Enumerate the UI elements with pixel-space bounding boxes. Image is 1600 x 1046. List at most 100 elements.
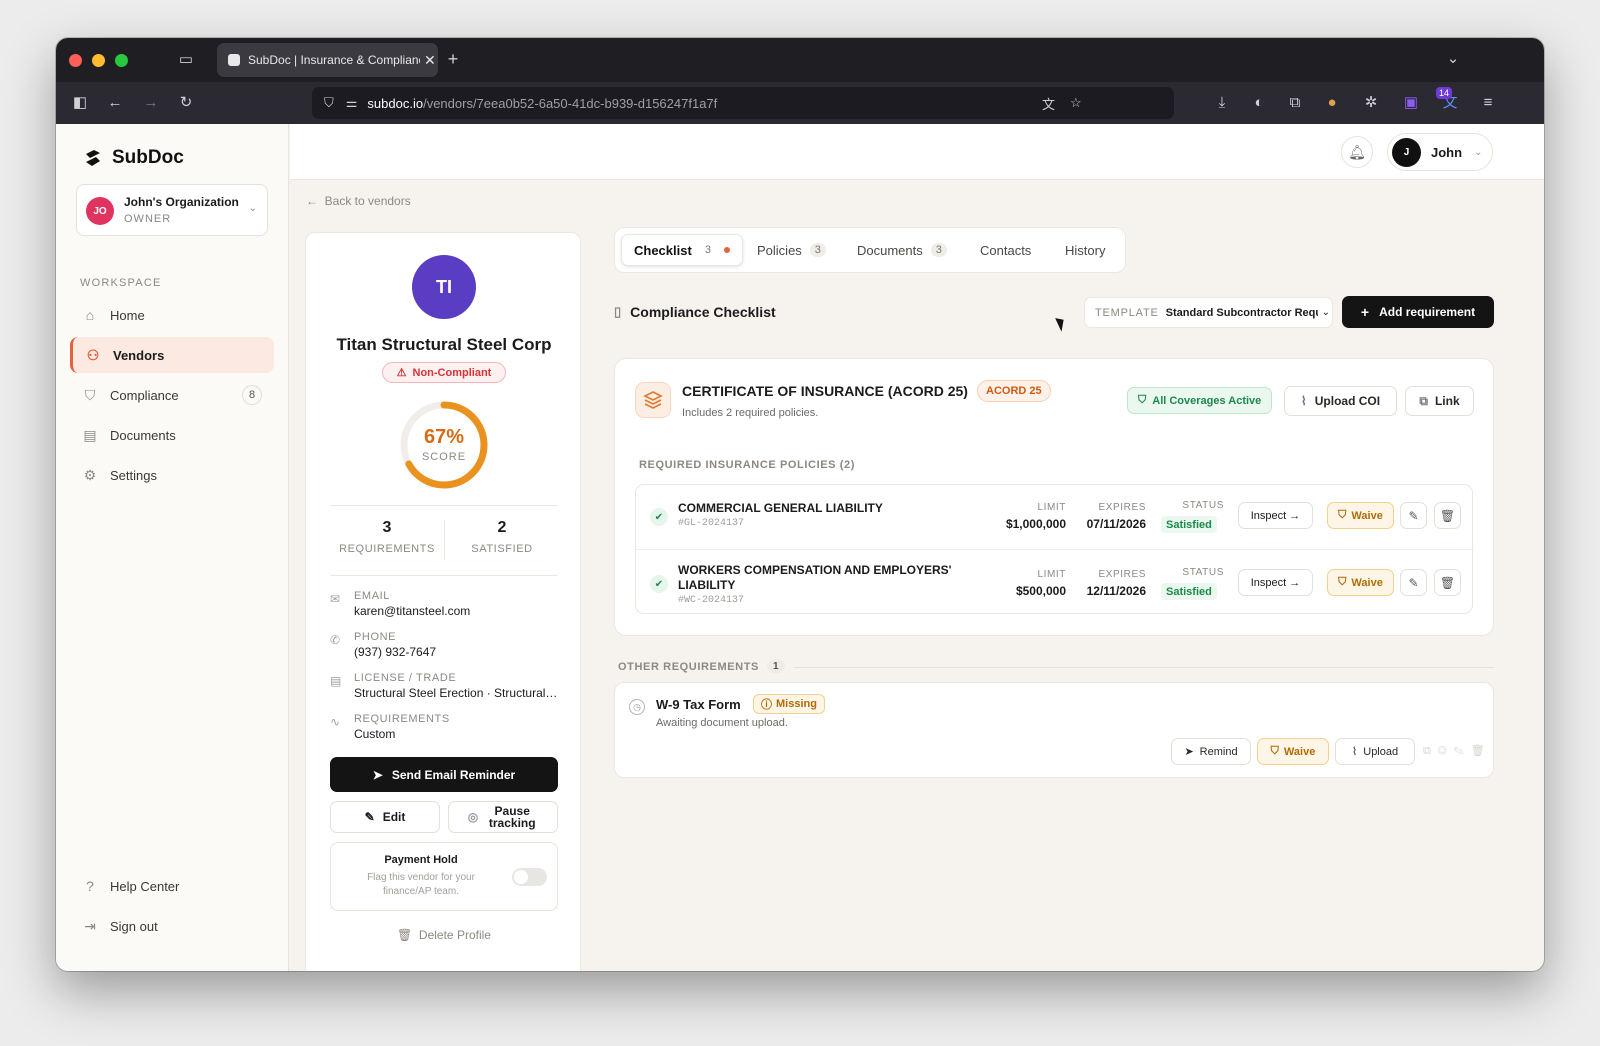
inspect-button[interactable]: Inspect → <box>1238 502 1313 529</box>
shield-icon: ⛉ <box>1338 509 1347 521</box>
phone-value[interactable]: (937) 932-7647 <box>354 645 558 659</box>
upload-label: Upload <box>1363 745 1399 758</box>
sidebar-item-label: Settings <box>110 467 157 483</box>
brand-logo[interactable]: SubDoc <box>83 147 184 169</box>
vendor-profile-card: TI Titan Structural Steel Corp ⚠ Non-Comp… <box>305 232 581 971</box>
tab-policies[interactable]: Policies 3 <box>745 234 838 266</box>
delete-profile-button[interactable]: 🗑︎ Delete Profile <box>306 928 582 942</box>
waive-button[interactable]: ⛉ Waive <box>1327 569 1394 596</box>
edit-vendor-button[interactable]: ✎ Edit <box>330 801 440 833</box>
delete-policy-trash-icon[interactable]: 🗑︎ <box>1434 502 1461 529</box>
forward-arrow-icon[interactable]: → <box>141 95 161 111</box>
url-path: /vendors/7eea0b52-6a50-41dc-b939-d156247… <box>423 95 718 111</box>
user-menu[interactable]: J John ⌄ <box>1387 133 1493 171</box>
add-requirement-button[interactable]: + Add requirement <box>1342 296 1494 328</box>
send-icon: ➤ <box>1184 746 1194 758</box>
sidebar-toggle-icon[interactable]: ◧ <box>70 95 90 111</box>
upload-coi-button[interactable]: ⌇ Upload COI <box>1284 386 1397 416</box>
plus-icon: + <box>1360 304 1370 320</box>
minimize-window-button[interactable] <box>92 54 105 67</box>
upload-button[interactable]: ⌇ Upload <box>1335 738 1415 765</box>
coverage-status-label: All Coverages Active <box>1152 394 1262 407</box>
payment-hold-toggle[interactable] <box>512 868 547 886</box>
org-switcher[interactable]: JO John's Organization OWNER ⌄ <box>76 184 268 236</box>
back-arrow-icon[interactable]: ← <box>105 95 125 111</box>
requirements-type-label: REQUIREMENTS <box>354 713 450 725</box>
tab-history[interactable]: History <box>1053 234 1117 266</box>
close-tab-icon[interactable]: ✕ <box>424 52 436 69</box>
policy-name: WORKERS COMPENSATION AND EMPLOYERS' LIAB… <box>678 563 952 592</box>
edit-policy-pencil-icon[interactable]: ✎ <box>1400 569 1427 596</box>
maximize-window-button[interactable] <box>115 54 128 67</box>
send-reminder-label: Send Email Reminder <box>391 767 516 782</box>
delete-policy-trash-icon[interactable]: 🗑︎ <box>1434 569 1461 596</box>
requirements-stat: 3 REQUIREMENTS <box>330 519 444 555</box>
sidebar-item-compliance[interactable]: ⛉ Compliance 8 <box>70 377 274 413</box>
sidebar-item-vendors[interactable]: ⚇ Vendors <box>70 337 274 373</box>
edit-policy-pencil-icon[interactable]: ✎ <box>1400 502 1427 529</box>
policy-expires: 12/11/2026 <box>1086 584 1146 598</box>
cookie-extension-icon[interactable]: ● <box>1322 95 1342 111</box>
tab-label: History <box>1065 242 1106 258</box>
browser-tab-title: SubDoc | Insurance & Compliance <box>248 53 420 67</box>
close-window-button[interactable] <box>69 54 82 67</box>
tab-label: Documents <box>857 242 923 258</box>
org-role: OWNER <box>124 213 172 225</box>
sidebar-item-home[interactable]: ⌂ Home <box>70 297 274 333</box>
back-to-vendors-link[interactable]: ← Back to vendors <box>306 194 411 208</box>
sidebar-item-documents[interactable]: ▤ Documents <box>70 417 274 453</box>
reload-icon[interactable]: ↻ <box>176 95 196 111</box>
tab-list-chevron-icon[interactable]: ⌄ <box>1443 51 1463 67</box>
new-tab-icon[interactable]: + <box>443 50 463 68</box>
remind-button[interactable]: ➤ Remind <box>1171 738 1251 765</box>
requirements-label: REQUIREMENTS <box>339 543 435 555</box>
favicon-icon <box>228 54 240 66</box>
downloads-icon[interactable]: ⤓ <box>1212 95 1232 111</box>
template-select[interactable]: TEMPLATE Standard Subcontractor Requirem… <box>1084 297 1333 328</box>
address-bar[interactable]: ⛉ ⚌ subdoc.io/vendors/7eea0b52-6a50-41dc… <box>312 87 1174 119</box>
policy-limit: $1,000,000 <box>1005 517 1066 531</box>
expires-label: EXPIRES <box>1098 502 1146 513</box>
waive-label: Waive <box>1351 509 1383 522</box>
extension-gear-icon[interactable]: ✲ <box>1361 95 1381 111</box>
pause-tracking-button[interactable]: ◎ Pause tracking <box>448 801 558 833</box>
waive-label: Waive <box>1351 576 1383 589</box>
paperclip-icon: ⌇ <box>1351 746 1358 758</box>
extension-icon[interactable]: ◐ <box>1249 95 1269 111</box>
menu-icon[interactable]: ≡ <box>1478 95 1498 111</box>
translate-icon[interactable]: 文 <box>1042 94 1055 113</box>
shield-icon: ⛉ <box>1338 576 1347 588</box>
link-button[interactable]: ⧉ Link <box>1405 386 1474 416</box>
mail-icon: ✉ <box>330 592 341 606</box>
sign-out-link[interactable]: ⇥ Sign out <box>70 908 274 944</box>
url-host: subdoc.io <box>367 95 424 111</box>
bookmark-star-icon[interactable]: ☆ <box>1070 95 1082 111</box>
send-email-reminder-button[interactable]: ➤ Send Email Reminder <box>330 757 558 792</box>
waive-button[interactable]: ⛉ Waive <box>1327 502 1394 529</box>
send-icon: ➤ <box>372 767 383 782</box>
extension-badge-icon[interactable]: ▣ <box>1401 95 1421 111</box>
tab-contacts[interactable]: Contacts <box>968 234 1043 266</box>
chevron-down-icon: ⌄ <box>1321 307 1331 318</box>
browser-tab-active[interactable]: SubDoc | Insurance & Compliance ✕ <box>217 43 438 77</box>
email-value[interactable]: karen@titansteel.com <box>354 604 558 618</box>
site-info-icon[interactable]: ⚌ <box>346 95 358 111</box>
notifications-bell-icon[interactable]: 🔔︎ <box>1341 136 1373 168</box>
sidebar-item-settings[interactable]: ⚙ Settings <box>70 457 274 493</box>
status-label: STATUS <box>1182 500 1224 511</box>
inspect-button[interactable]: Inspect → <box>1238 569 1313 596</box>
tab-label: Checklist <box>634 242 692 258</box>
missing-label: Missing <box>776 698 817 710</box>
w9-subtitle: Awaiting document upload. <box>656 717 788 729</box>
tab-checklist[interactable]: Checklist 3 <box>621 234 743 266</box>
extensions-puzzle-icon[interactable]: ⧉ <box>1285 95 1305 111</box>
sidebar-item-label: Documents <box>110 427 176 443</box>
requirements-type-value: Custom <box>354 727 396 741</box>
vendor-tabs: Checklist 3 Policies 3 Documents 3 Contacts… <box>614 227 1126 273</box>
w9-requirement-card: ◷ W-9 Tax Form ⓘ Missing Awaiting documen… <box>614 682 1494 778</box>
waive-button[interactable]: ⛉ Waive <box>1257 738 1329 765</box>
clock-icon: ◷ <box>629 699 645 715</box>
tab-overview-icon[interactable]: ▭ <box>176 52 196 68</box>
tab-documents[interactable]: Documents 3 <box>845 234 959 266</box>
help-center-link[interactable]: ? Help Center <box>70 868 274 904</box>
